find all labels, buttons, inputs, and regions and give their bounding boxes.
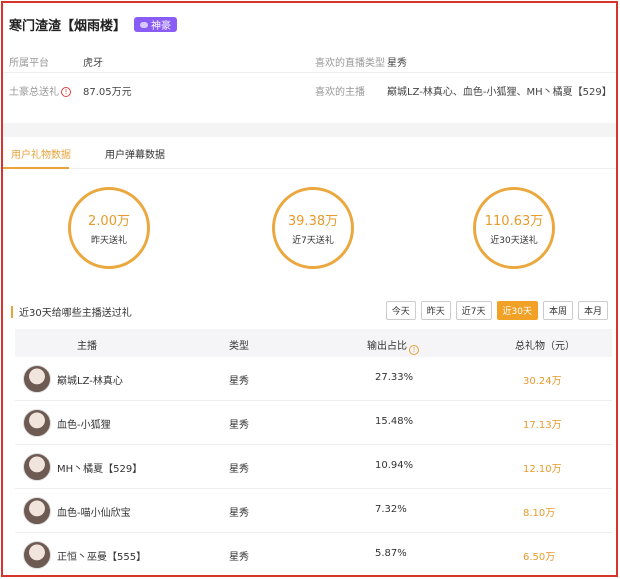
host-name[interactable]: 血色-小狐狸 (57, 416, 111, 431)
active-tab-indicator (3, 167, 69, 169)
section-title-text: 近30天给哪些主播送过礼 (19, 308, 132, 319)
platform-label: 所属平台 (9, 58, 49, 69)
output-ratio: 5.87% (375, 548, 407, 559)
host-name[interactable]: 巅城LZ-林真心 (57, 372, 123, 387)
host-type: 星秀 (229, 552, 249, 563)
period-today[interactable]: 今天 (385, 301, 416, 320)
alert-icon[interactable]: ! (61, 87, 71, 97)
host-type: 星秀 (229, 376, 249, 387)
badge-label: 神豪 (151, 21, 172, 32)
fav-hosts-value: 巅城LZ-林真心、血色-小狐狸、MH丶橘夏【529】 (387, 87, 612, 98)
screenshot-frame: 寒门渣渣【烟雨楼】 神豪 所属平台 虎牙 喜欢的直播类型 星秀 土豪总送礼! 8… (1, 1, 618, 577)
fav-type-label: 喜欢的直播类型 (315, 58, 385, 69)
rank-badge: 神豪 (134, 17, 178, 32)
output-ratio: 27.33% (375, 372, 414, 383)
stat-yesterday-value: 2.00万 (88, 214, 130, 229)
host-type: 星秀 (229, 420, 249, 431)
host-name[interactable]: MH丶橘夏【529】 (57, 460, 142, 475)
user-profile-card: 寒门渣渣【烟雨楼】 神豪 所属平台 虎牙 喜欢的直播类型 星秀 土豪总送礼! 8… (3, 3, 616, 123)
title-row: 寒门渣渣【烟雨楼】 神豪 (9, 15, 178, 34)
total-gift: 8.10万 (523, 508, 556, 519)
header-total-gift: 总礼物（元） (515, 341, 575, 352)
table-row[interactable]: 血色-喵小仙欣宝 星秀 7.32% 8.10万 (15, 489, 612, 533)
tab-danmaku-data[interactable]: 用户弹幕数据 (105, 146, 165, 161)
total-gift: 17.13万 (523, 420, 562, 431)
table-row[interactable]: MH丶橘夏【529】 星秀 10.94% 12.10万 (15, 445, 612, 489)
stat-30days-value: 110.63万 (484, 214, 544, 229)
stat-7days-value: 39.38万 (287, 214, 339, 229)
period-30days[interactable]: 近30天 (496, 301, 538, 320)
table-row[interactable]: 正恒丶巫曼【555】 星秀 5.87% 6.50万 (15, 533, 612, 575)
fav-hosts-label: 喜欢的主播 (315, 87, 365, 98)
total-gift-label-wrap: 土豪总送礼! (9, 83, 71, 98)
table-row[interactable]: 巅城LZ-林真心 星秀 27.33% 30.24万 (15, 357, 612, 401)
section-title-bar (11, 305, 13, 318)
stat-7days: 39.38万 近7天送礼 (272, 187, 354, 269)
info-icon[interactable]: ! (409, 345, 419, 355)
user-name: 寒门渣渣【烟雨楼】 (9, 19, 127, 34)
host-name[interactable]: 血色-喵小仙欣宝 (57, 504, 131, 519)
header-ratio: 输出占比 (367, 341, 407, 352)
header-ratio-wrap: 输出占比! (367, 337, 419, 355)
table-row[interactable]: 血色-小狐狸 星秀 15.48% 17.13万 (15, 401, 612, 445)
period-this-month[interactable]: 本月 (577, 301, 608, 320)
output-ratio: 10.94% (375, 460, 414, 471)
avatar (23, 453, 51, 481)
section-divider (3, 123, 616, 137)
section-title: 近30天给哪些主播送过礼 (11, 304, 132, 319)
host-type: 星秀 (229, 508, 249, 519)
stat-yesterday: 2.00万 昨天送礼 (68, 187, 150, 269)
output-ratio: 15.48% (375, 416, 414, 427)
fav-type-value: 星秀 (387, 58, 407, 69)
period-selector: 今天 昨天 近7天 近30天 本周 本月 (385, 301, 608, 320)
avatar (23, 541, 51, 569)
header-host: 主播 (77, 341, 97, 352)
avatar (23, 409, 51, 437)
tab-gift-data[interactable]: 用户礼物数据 (11, 146, 71, 161)
period-this-week[interactable]: 本周 (542, 301, 573, 320)
total-gift: 6.50万 (523, 552, 556, 563)
tab-bar: 用户礼物数据 用户弹幕数据 (3, 137, 616, 169)
host-type: 星秀 (229, 464, 249, 475)
avatar (23, 365, 51, 393)
total-gift: 30.24万 (523, 376, 562, 387)
output-ratio: 7.32% (375, 504, 407, 515)
stat-30days-caption: 近30天送礼 (490, 236, 538, 246)
avatar (23, 497, 51, 525)
total-gift-value: 87.05万元 (83, 87, 132, 98)
stat-7days-caption: 近7天送礼 (292, 236, 334, 246)
total-gift: 12.10万 (523, 464, 562, 475)
platform-value: 虎牙 (83, 58, 103, 69)
info-row-2: 土豪总送礼! 87.05万元 喜欢的主播 巅城LZ-林真心、血色-小狐狸、MH丶… (3, 74, 616, 102)
table-header: 主播 类型 输出占比! 总礼物（元） (15, 329, 612, 357)
stat-yesterday-caption: 昨天送礼 (90, 236, 127, 246)
period-7days[interactable]: 近7天 (455, 301, 492, 320)
total-gift-label: 土豪总送礼 (9, 87, 59, 98)
info-row-1: 所属平台 虎牙 喜欢的直播类型 星秀 (3, 45, 616, 73)
period-yesterday[interactable]: 昨天 (420, 301, 451, 320)
stat-30days: 110.63万 近30天送礼 (473, 187, 555, 269)
badge-icon (140, 21, 149, 28)
header-type: 类型 (229, 341, 249, 352)
host-name[interactable]: 正恒丶巫曼【555】 (57, 548, 146, 563)
